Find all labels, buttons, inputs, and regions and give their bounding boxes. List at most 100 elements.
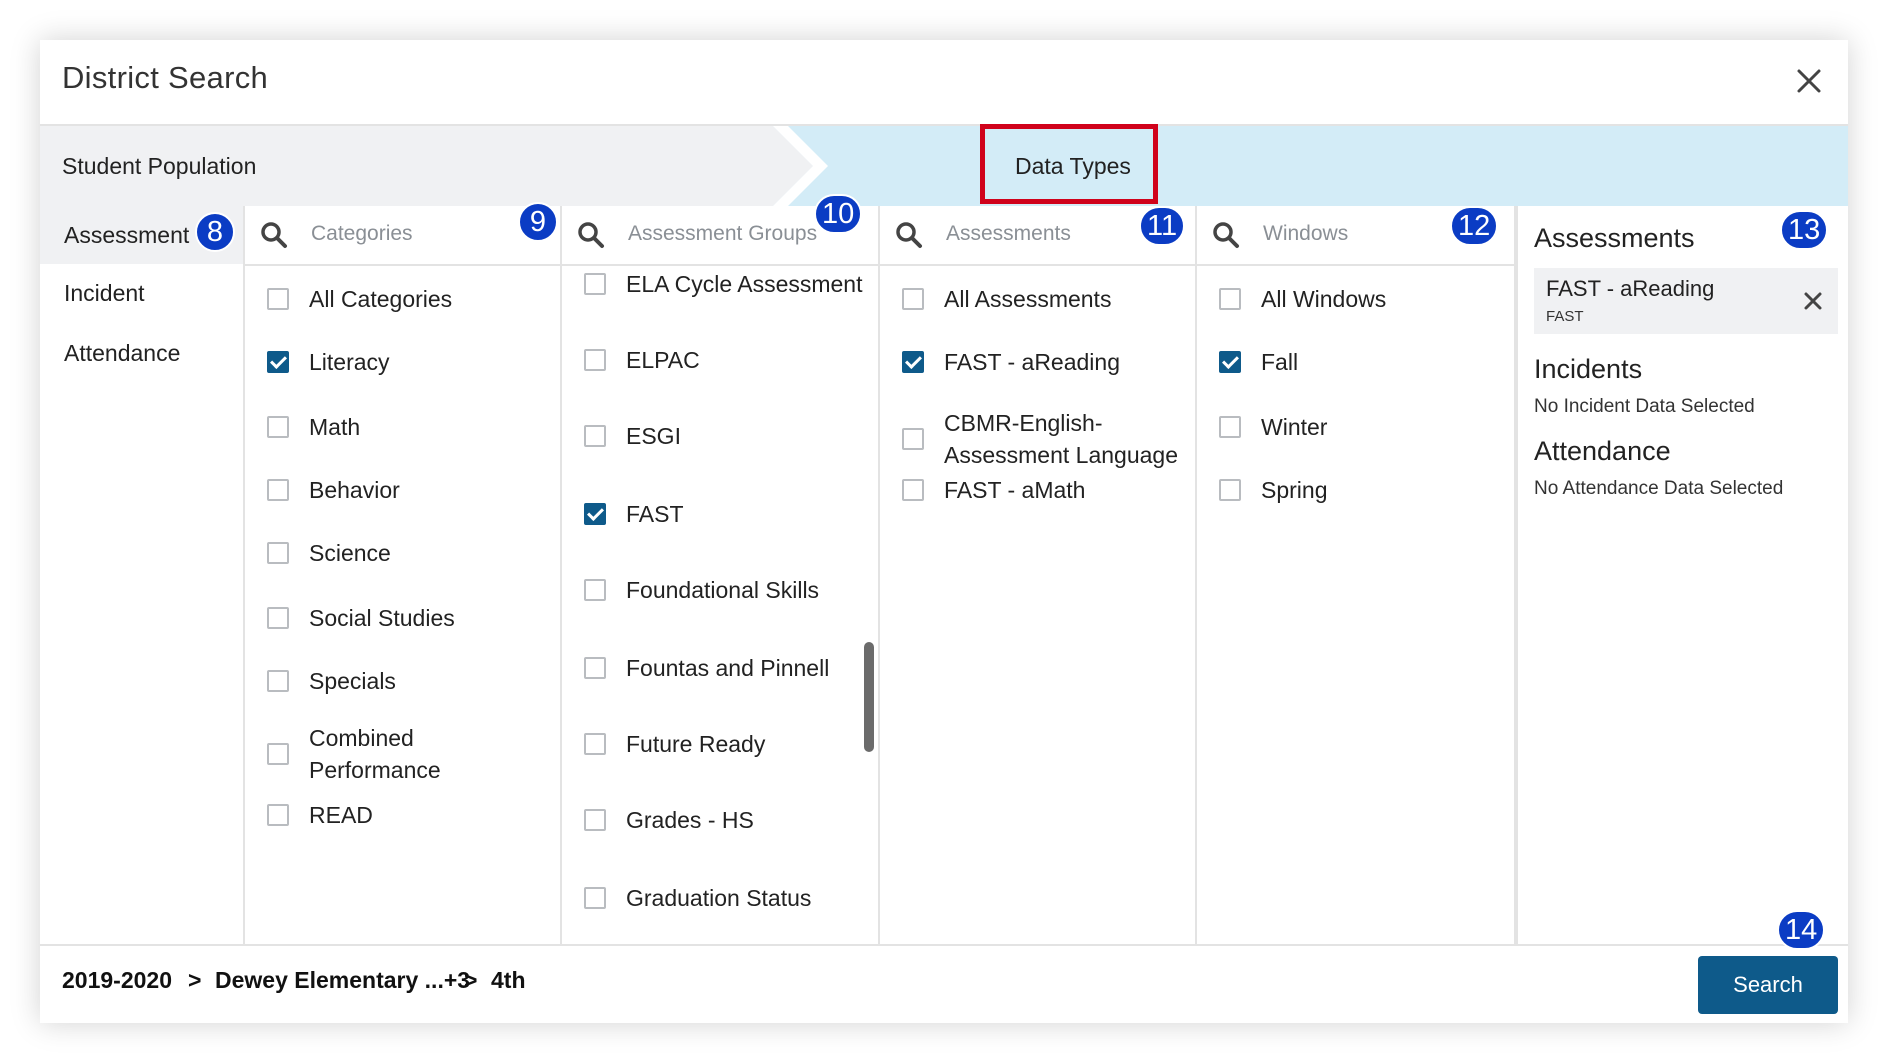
option-label: Math bbox=[309, 414, 361, 440]
option-label: Fountas and Pinnell bbox=[626, 655, 830, 681]
checkbox[interactable] bbox=[584, 349, 606, 371]
sidenav-item-incident[interactable]: Incident bbox=[40, 264, 243, 322]
remove-icon[interactable] bbox=[1802, 290, 1824, 312]
option-future-ready[interactable]: Future Ready bbox=[562, 728, 878, 760]
option-label: FAST bbox=[626, 501, 684, 527]
option-grades-hs[interactable]: Grades - HS bbox=[562, 804, 878, 836]
option-label: READ bbox=[309, 802, 373, 828]
option-specials[interactable]: Specials bbox=[245, 665, 560, 697]
option-label: ELPAC bbox=[626, 347, 700, 373]
categories-search-placeholder: Categories bbox=[311, 222, 413, 245]
option-science[interactable]: Science bbox=[245, 537, 560, 569]
sidenav-item-attendance[interactable]: Attendance bbox=[40, 324, 243, 382]
annotation-badge: 12 bbox=[1450, 206, 1499, 246]
checkbox[interactable] bbox=[902, 288, 924, 310]
option-label: Behavior bbox=[309, 477, 400, 503]
option-spring[interactable]: Spring bbox=[1197, 474, 1514, 506]
assessment-groups-search-placeholder: Assessment Groups bbox=[628, 222, 818, 245]
checkbox[interactable] bbox=[267, 542, 289, 564]
breadcrumb-school-year[interactable]: 2019-2020 bbox=[62, 967, 172, 994]
option-all-windows[interactable]: All Windows bbox=[1197, 283, 1514, 315]
checkbox[interactable] bbox=[584, 425, 606, 447]
option-label: CBMR-English- bbox=[944, 410, 1103, 436]
annotation-badge: 10 bbox=[814, 194, 863, 234]
district-search-modal: District Search Student Population Data … bbox=[40, 40, 1848, 1023]
checkbox[interactable] bbox=[902, 479, 924, 501]
option-elpac[interactable]: ELPAC bbox=[562, 344, 878, 376]
annotation-badge: 11 bbox=[1139, 206, 1186, 246]
option-social-studies[interactable]: Social Studies bbox=[245, 602, 560, 634]
checkbox[interactable] bbox=[267, 743, 289, 765]
option-label: Combined bbox=[309, 725, 414, 751]
checkbox[interactable] bbox=[267, 288, 289, 310]
search-button[interactable]: Search bbox=[1698, 956, 1838, 1014]
option-literacy[interactable]: Literacy bbox=[245, 346, 560, 378]
checkbox[interactable] bbox=[1219, 479, 1241, 501]
option-graduation-status[interactable]: Graduation Status bbox=[562, 882, 878, 914]
option-all-categories[interactable]: All Categories bbox=[245, 283, 560, 315]
checkbox[interactable] bbox=[584, 733, 606, 755]
option-label: Winter bbox=[1261, 414, 1328, 440]
search-icon bbox=[896, 222, 922, 248]
step-data-types[interactable]: Data Types bbox=[1015, 153, 1131, 180]
breadcrumb-schools[interactable]: Dewey Elementary ...+3 bbox=[215, 967, 470, 994]
option-math[interactable]: Math bbox=[245, 411, 560, 443]
option-cbmr-english-assessment-language[interactable]: CBMR-English- Assessment Language bbox=[880, 407, 1195, 471]
checkbox[interactable] bbox=[1219, 416, 1241, 438]
checkbox-checked[interactable] bbox=[584, 503, 606, 525]
option-esgi[interactable]: ESGI bbox=[562, 420, 878, 452]
scrollbar-thumb[interactable] bbox=[864, 642, 874, 752]
checkbox[interactable] bbox=[902, 428, 924, 450]
summary-attendance-heading: Attendance bbox=[1534, 436, 1671, 466]
annotation-badge: 8 bbox=[195, 212, 235, 252]
checkbox[interactable] bbox=[1219, 288, 1241, 310]
annotation-badge: 14 bbox=[1777, 910, 1826, 950]
option-fall[interactable]: Fall bbox=[1197, 346, 1514, 378]
option-foundational-skills[interactable]: Foundational Skills bbox=[562, 574, 878, 606]
chip-subtitle: FAST bbox=[1546, 308, 1584, 325]
option-combined-performance[interactable]: Combined Performance bbox=[245, 722, 560, 786]
checkbox-checked[interactable] bbox=[1219, 351, 1241, 373]
annotation-badge: 13 bbox=[1780, 210, 1829, 250]
close-icon[interactable] bbox=[1792, 64, 1826, 98]
option-label: Foundational Skills bbox=[626, 577, 820, 603]
checkbox-checked[interactable] bbox=[902, 351, 924, 373]
checkbox[interactable] bbox=[584, 809, 606, 831]
assessments-column: Assessments All Assessments FAST - aRead… bbox=[880, 206, 1197, 944]
option-fast-amath[interactable]: FAST - aMath bbox=[880, 474, 1195, 506]
checkbox[interactable] bbox=[267, 670, 289, 692]
summary-attendance-empty: No Attendance Data Selected bbox=[1534, 478, 1784, 499]
checkbox[interactable] bbox=[267, 804, 289, 826]
option-read[interactable]: READ bbox=[245, 799, 560, 831]
option-ela-cycle-assessment[interactable]: ELA Cycle Assessment bbox=[562, 268, 878, 300]
checkbox[interactable] bbox=[584, 657, 606, 679]
checkbox-checked[interactable] bbox=[267, 351, 289, 373]
windows-search-placeholder: Windows bbox=[1263, 222, 1349, 245]
checkbox[interactable] bbox=[267, 607, 289, 629]
checkbox[interactable] bbox=[584, 273, 606, 295]
option-fast-areading[interactable]: FAST - aReading bbox=[880, 346, 1195, 378]
option-fast[interactable]: FAST bbox=[562, 498, 878, 530]
breadcrumb-separator: > bbox=[464, 967, 478, 993]
checkbox[interactable] bbox=[267, 479, 289, 501]
option-winter[interactable]: Winter bbox=[1197, 411, 1514, 443]
search-icon bbox=[578, 222, 604, 248]
option-label: All Assessments bbox=[944, 286, 1112, 312]
checkbox[interactable] bbox=[267, 416, 289, 438]
modal-header: District Search bbox=[40, 40, 1848, 126]
option-label: ESGI bbox=[626, 423, 681, 449]
sidenav-item-label: Incident bbox=[64, 280, 145, 306]
assessment-groups-column: Assessment Groups ELA Cycle Assessment E… bbox=[562, 206, 880, 944]
option-label: Graduation Status bbox=[626, 885, 812, 911]
option-label: Spring bbox=[1261, 477, 1328, 503]
checkbox[interactable] bbox=[584, 579, 606, 601]
option-behavior[interactable]: Behavior bbox=[245, 474, 560, 506]
step-arrow-background bbox=[40, 126, 1848, 206]
categories-search[interactable]: Categories bbox=[245, 206, 560, 266]
breadcrumb-grade[interactable]: 4th bbox=[491, 967, 526, 994]
option-fountas-and-pinnell[interactable]: Fountas and Pinnell bbox=[562, 652, 878, 684]
checkbox[interactable] bbox=[584, 887, 606, 909]
step-student-population[interactable]: Student Population bbox=[62, 153, 256, 180]
option-label: Future Ready bbox=[626, 731, 766, 757]
option-all-assessments[interactable]: All Assessments bbox=[880, 283, 1195, 315]
